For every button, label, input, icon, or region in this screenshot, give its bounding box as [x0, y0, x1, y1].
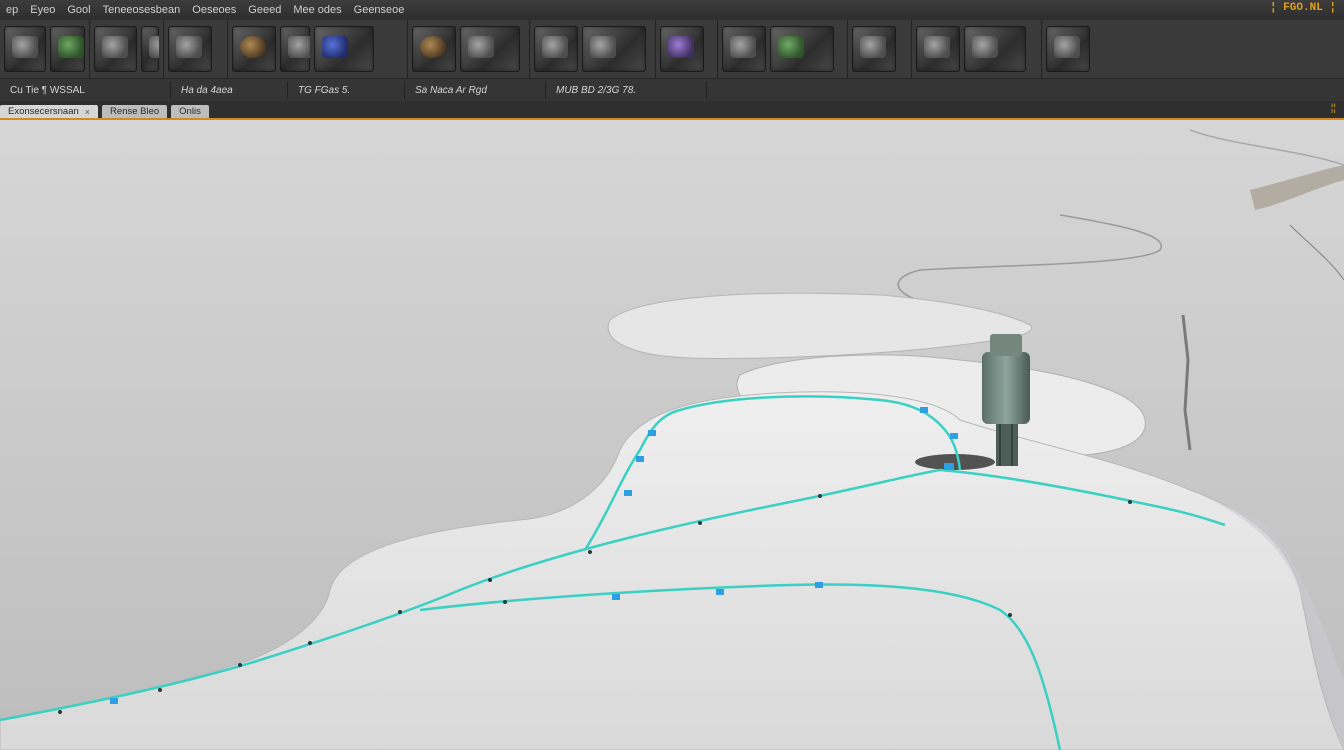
tool-thumb-icon[interactable] — [660, 26, 704, 72]
shelf-group — [530, 20, 656, 78]
menu-item-mee-odes[interactable]: Mee odes — [287, 4, 347, 16]
tab-exonsecersnaan[interactable]: Exonsecersnaan × — [0, 105, 99, 118]
tool-option-button[interactable]: Cu Tie ¶ WSSAL — [0, 81, 171, 99]
shelf-group — [90, 20, 164, 78]
tool-shelf — [0, 20, 1344, 79]
viewport-tab-row: Exonsecersnaan × Rense Bleo Onlis ¦¦ — [0, 101, 1344, 120]
shelf-group — [408, 20, 530, 78]
menu-item-oeseoes[interactable]: Oeseoes — [186, 4, 242, 16]
tool-thumb-icon[interactable] — [534, 26, 578, 72]
tab-label: Rense Bleo — [110, 106, 160, 117]
tab-label: Exonsecersnaan — [8, 106, 79, 117]
menu-item-eyeo[interactable]: Eyeo — [24, 4, 61, 16]
tool-thumb-icon[interactable] — [168, 26, 212, 72]
tool-thumb-icon[interactable] — [141, 26, 159, 72]
menu-item-ep[interactable]: ep — [0, 4, 24, 16]
tool-thumb-icon[interactable] — [50, 26, 85, 72]
tool-option-button[interactable]: MUB BD 2/3G 78. — [546, 81, 707, 99]
tool-thumb-icon[interactable] — [280, 26, 310, 72]
viewport-scene — [0, 120, 1344, 750]
tool-option-button[interactable]: Sa Naca Ar Rgd — [405, 81, 546, 99]
menu-item-gool[interactable]: Gool — [61, 4, 96, 16]
tool-thumb-icon[interactable] — [1046, 26, 1090, 72]
tool-option-button[interactable]: Ha da 4aea — [171, 81, 288, 99]
tool-thumb-icon[interactable] — [852, 26, 896, 72]
tool-thumb-icon[interactable] — [232, 26, 276, 72]
tab-onlis[interactable]: Onlis — [171, 105, 209, 118]
pit — [915, 454, 995, 470]
tool-thumb-icon[interactable] — [4, 26, 47, 72]
tool-thumb-icon[interactable] — [916, 26, 960, 72]
shelf-group — [848, 20, 912, 78]
panel-options-icon[interactable]: ¦¦ — [1331, 103, 1336, 114]
close-icon[interactable]: × — [85, 107, 90, 117]
menu-item-geenseoe[interactable]: Geenseoe — [348, 4, 411, 16]
shelf-group — [912, 20, 1042, 78]
tool-thumb-icon[interactable] — [582, 26, 646, 72]
tab-label: Onlis — [179, 106, 201, 117]
tool-options-bar: Cu Tie ¶ WSSAL Ha da 4aea TG FGas 5. Sa … — [0, 79, 1344, 102]
tool-thumb-icon[interactable] — [964, 26, 1026, 72]
tool-thumb-icon[interactable] — [770, 26, 834, 72]
shelf-group — [164, 20, 228, 78]
shelf-group — [1042, 20, 1106, 78]
shelf-group — [656, 20, 718, 78]
tool-thumb-icon[interactable] — [314, 26, 374, 72]
shelf-group — [718, 20, 848, 78]
menu-bar: ep Eyeo Gool Teneeosesbean Oeseoes Geeed… — [0, 0, 1344, 21]
menu-item-teneeosesbean[interactable]: Teneeosesbean — [97, 4, 187, 16]
shelf-group — [0, 20, 90, 78]
shelf-group — [228, 20, 408, 78]
tool-thumb-icon[interactable] — [722, 26, 766, 72]
menu-item-geeed[interactable]: Geeed — [242, 4, 287, 16]
tool-thumb-icon[interactable] — [94, 26, 138, 72]
tool-thumb-icon[interactable] — [412, 26, 456, 72]
tool-option-button[interactable]: TG FGas 5. — [288, 81, 405, 99]
tool-thumb-icon[interactable] — [460, 26, 520, 72]
tab-rense-bleo[interactable]: Rense Bleo — [102, 105, 168, 118]
3d-viewport[interactable] — [0, 120, 1344, 750]
app-logo: ¦ FGO.NL ¦ — [1269, 2, 1336, 14]
